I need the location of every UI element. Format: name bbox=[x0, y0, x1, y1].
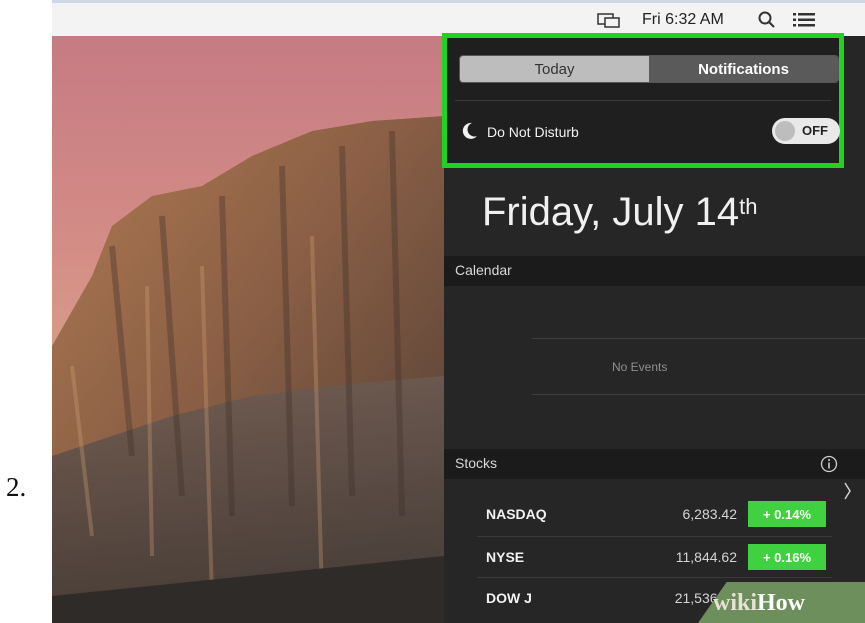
stock-row-nyse[interactable]: NYSE 11,844.62 + 0.16% bbox=[486, 541, 865, 577]
info-icon[interactable] bbox=[820, 455, 838, 473]
calendar-divider-bottom bbox=[532, 394, 865, 395]
date-suffix: th bbox=[739, 194, 758, 219]
stock-row-nasdaq[interactable]: NASDAQ 6,283.42 + 0.14% bbox=[486, 498, 865, 534]
calendar-title: Calendar bbox=[455, 262, 512, 278]
stock-price: 11,844.62 bbox=[675, 549, 737, 565]
step-number: 2. bbox=[6, 472, 27, 502]
stocks-title: Stocks bbox=[455, 455, 498, 471]
stock-change-badge[interactable]: + 0.16% bbox=[748, 544, 826, 570]
half-dome-cliff-image bbox=[52, 116, 444, 623]
stock-symbol: DOW J bbox=[486, 590, 532, 606]
list-icon[interactable] bbox=[792, 11, 816, 29]
row-divider bbox=[477, 577, 832, 578]
highlight-box: Today Notifications Do Not Disturb OFF bbox=[442, 33, 844, 168]
calendar-divider-top bbox=[532, 338, 865, 339]
moon-icon bbox=[462, 122, 477, 139]
tab-today[interactable]: Today bbox=[460, 56, 649, 82]
no-events-label: No Events bbox=[612, 360, 668, 374]
watermark-logo: wikiHow bbox=[713, 590, 805, 617]
toggle-knob bbox=[775, 121, 795, 141]
watermark-suffix: How bbox=[757, 590, 806, 616]
stock-change-badge[interactable]: + 0.14% bbox=[748, 501, 826, 527]
stock-symbol: NASDAQ bbox=[486, 506, 547, 522]
segmented-control: Today Notifications bbox=[459, 55, 839, 83]
date-text: Friday, July 14 bbox=[482, 190, 740, 234]
menubar-clock[interactable]: Fri 6:32 AM bbox=[642, 11, 724, 29]
stock-price: 6,283.42 bbox=[682, 506, 738, 522]
row-divider bbox=[477, 536, 832, 537]
menu-bar: Fri 6:32 AM bbox=[52, 0, 865, 36]
watermark-prefix: wiki bbox=[713, 590, 758, 616]
search-icon[interactable] bbox=[757, 11, 777, 29]
do-not-disturb-label: Do Not Disturb bbox=[487, 124, 579, 140]
do-not-disturb-toggle[interactable]: OFF bbox=[772, 118, 840, 144]
toggle-state: OFF bbox=[802, 123, 828, 138]
mac-screen: Fri 6:32 AM Today Notifications Do Not D… bbox=[52, 0, 865, 623]
tab-notifications[interactable]: Notifications bbox=[649, 56, 838, 82]
display-icon[interactable] bbox=[597, 13, 621, 29]
calendar-header: Calendar bbox=[444, 256, 865, 286]
date-heading: Friday, July 14th bbox=[482, 190, 758, 235]
desktop-wallpaper bbox=[52, 36, 444, 623]
stocks-header: Stocks bbox=[444, 449, 865, 479]
stock-symbol: NYSE bbox=[486, 549, 525, 565]
divider bbox=[455, 100, 831, 101]
